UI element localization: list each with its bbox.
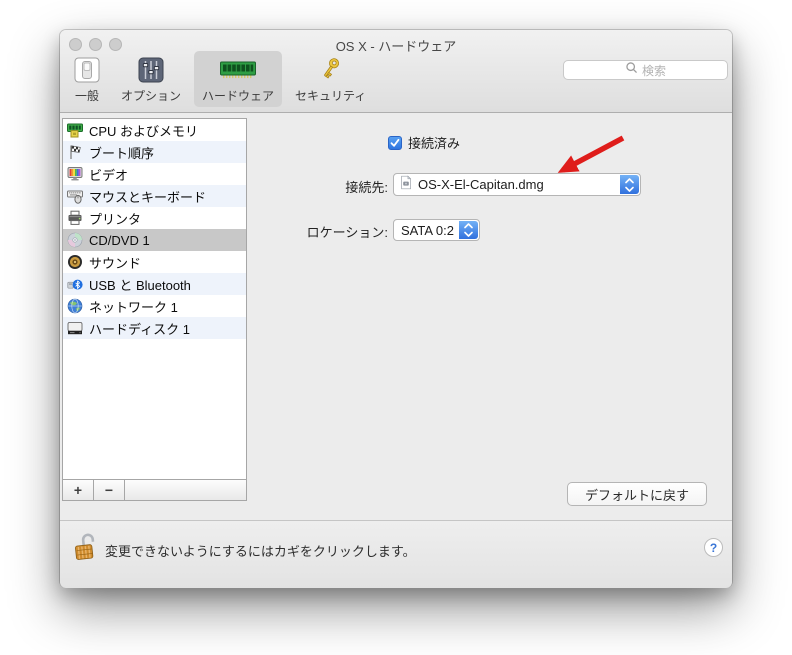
location-value: SATA 0:2	[401, 222, 454, 238]
sidebar-item-label: ビデオ	[89, 167, 129, 183]
sidebar-item-hard-disk[interactable]: ハードディスク 1	[63, 317, 246, 339]
toolbar-tabs: 一般 オプション ハードウェア セキュリティ	[66, 51, 374, 107]
connected-checkbox-label: 接続済み	[408, 136, 461, 151]
tab-security[interactable]: セキュリティ	[287, 51, 374, 107]
sliders-icon	[138, 55, 164, 85]
chevron-up-down-icon[interactable]	[620, 175, 639, 194]
connect-to-label: 接続先:	[345, 180, 388, 195]
sidebar-item-label: ブート順序	[89, 145, 155, 161]
search-icon	[625, 61, 638, 79]
tab-label: セキュリティ	[295, 89, 367, 103]
sidebar-item-label: プリンタ	[89, 211, 142, 227]
search-placeholder: 検索	[641, 63, 666, 78]
sidebar-item-sound[interactable]: サウンド	[63, 251, 246, 273]
sidebar-item-label: CD/DVD 1	[89, 232, 150, 248]
connected-checkbox-row: 接続済み	[388, 133, 460, 152]
sidebar-item-label: ネットワーク 1	[89, 299, 178, 315]
tab-options[interactable]: オプション	[113, 51, 189, 107]
connect-to-dropdown[interactable]: OS-X-El-Capitan.dmg	[393, 173, 641, 196]
sidebar-item-cpu-memory[interactable]: CPU およびメモリ	[63, 119, 246, 141]
lock-message: 変更できないようにするにはカギをクリックします。	[105, 544, 416, 559]
tab-label: 一般	[74, 89, 99, 103]
tab-label: オプション	[121, 89, 182, 103]
search-input[interactable]: 検索	[563, 60, 728, 80]
network-icon	[67, 298, 83, 314]
switch-icon	[74, 55, 100, 85]
location-dropdown[interactable]: SATA 0:2	[393, 219, 480, 241]
cd-dvd-icon	[67, 232, 83, 248]
sidebar-item-label: マウスとキーボード	[89, 189, 207, 205]
mouse-keyboard-icon	[67, 190, 83, 204]
sidebar-item-label: ハードディスク 1	[89, 321, 190, 337]
unlocked-lock-icon[interactable]	[74, 528, 100, 568]
hard-disk-icon	[67, 322, 83, 335]
connected-checkbox[interactable]	[388, 135, 402, 150]
usb-bluetooth-icon	[67, 279, 83, 290]
sidebar-item-label: USB と Bluetooth	[89, 277, 191, 293]
tab-label: ハードウェア	[202, 89, 275, 103]
sidebar-item-mouse-keyboard[interactable]: マウスとキーボード	[63, 185, 246, 207]
printer-icon	[68, 210, 82, 225]
add-device-button[interactable]: +	[63, 480, 94, 500]
key-icon	[317, 55, 344, 85]
sidebar-item-cd-dvd[interactable]: CD/DVD 1	[63, 229, 246, 251]
checkmark-icon	[390, 138, 400, 147]
sidebar-item-printer[interactable]: プリンタ	[63, 207, 246, 229]
hardware-device-list: CPU およびメモリ ブート順序 ビデオ マウスとキーボード プリンタ CD/D…	[62, 118, 247, 480]
sidebar-item-boot-order[interactable]: ブート順序	[63, 141, 246, 163]
remove-device-button[interactable]: −	[94, 480, 125, 500]
boot-order-icon	[70, 145, 81, 159]
device-list-controls: + −	[62, 479, 247, 501]
dmg-file-icon	[399, 174, 413, 195]
connect-to-value: OS-X-El-Capitan.dmg	[418, 177, 544, 192]
video-icon	[67, 167, 83, 181]
help-button[interactable]: ?	[704, 538, 723, 557]
chevron-up-down-icon[interactable]	[459, 221, 478, 239]
tab-hardware[interactable]: ハードウェア	[194, 51, 283, 107]
vm-settings-window: OS X - ハードウェア 一般 オプション ハードウェア セキュリティ 検索 …	[60, 30, 732, 588]
memory-icon	[220, 55, 257, 85]
titlebar: OS X - ハードウェア 一般 オプション ハードウェア セキュリティ 検索	[60, 30, 732, 113]
sidebar-item-network[interactable]: ネットワーク 1	[63, 295, 246, 317]
sidebar-item-video[interactable]: ビデオ	[63, 163, 246, 185]
restore-defaults-button[interactable]: デフォルトに戻す	[567, 482, 707, 506]
sidebar-item-label: CPU およびメモリ	[89, 123, 199, 139]
sound-icon	[68, 255, 82, 269]
cpu-memory-icon	[67, 123, 83, 138]
footer-bar: 変更できないようにするにはカギをクリックします。 ?	[60, 520, 732, 588]
sidebar-item-usb-bluetooth[interactable]: USB と Bluetooth	[63, 273, 246, 295]
tab-general[interactable]: 一般	[66, 51, 108, 107]
location-label: ロケーション:	[306, 225, 388, 240]
sidebar-item-label: サウンド	[89, 255, 142, 271]
